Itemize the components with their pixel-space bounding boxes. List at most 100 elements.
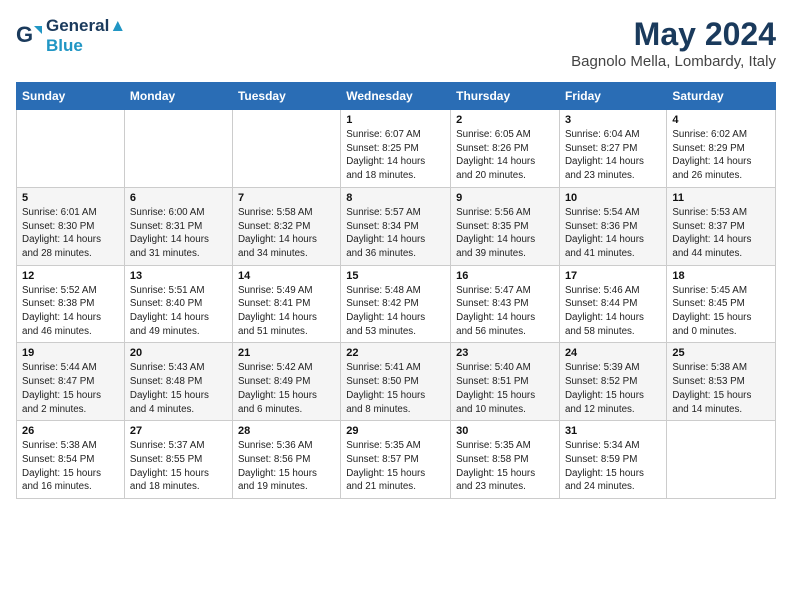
svg-text:G: G [16,22,33,47]
day-cell: 21 Sunrise: 5:42 AM Sunset: 8:49 PM Dayli… [232,343,340,421]
week-row-3: 12 Sunrise: 5:52 AM Sunset: 8:38 PM Dayli… [17,265,776,343]
week-row-1: 1 Sunrise: 6:07 AM Sunset: 8:25 PM Daylig… [17,110,776,188]
day-number: 25 [672,347,770,359]
header-saturday: Saturday [667,83,776,110]
day-number: 31 [565,425,661,437]
day-number: 16 [456,270,554,282]
day-info: Sunrise: 5:52 AM Sunset: 8:38 PM Dayligh… [22,284,119,339]
day-info: Sunrise: 5:53 AM Sunset: 8:37 PM Dayligh… [672,206,770,261]
day-info: Sunrise: 5:49 AM Sunset: 8:41 PM Dayligh… [238,284,335,339]
day-number: 18 [672,270,770,282]
day-number: 5 [22,192,119,204]
day-number: 19 [22,347,119,359]
day-number: 27 [130,425,227,437]
day-cell: 15Sunrise: 5:48 AM Sunset: 8:42 PM Dayli… [341,265,451,343]
day-number: 23 [456,347,554,359]
day-cell: 14 Sunrise: 5:49 AM Sunset: 8:41 PM Dayli… [232,265,340,343]
day-cell: 1 Sunrise: 6:07 AM Sunset: 8:25 PM Daylig… [341,110,451,188]
day-info: Sunrise: 5:58 AM Sunset: 8:32 PM Dayligh… [238,206,335,261]
day-info: Sunrise: 6:01 AM Sunset: 8:30 PM Dayligh… [22,206,119,261]
day-info: Sunrise: 5:39 AM Sunset: 8:52 PM Dayligh… [565,361,661,416]
day-info: Sunrise: 6:05 AM Sunset: 8:26 PM Dayligh… [456,128,554,183]
day-cell: 30 Sunrise: 5:35 AM Sunset: 8:58 PM Dayli… [451,421,560,499]
day-cell: 22 Sunrise: 5:41 AM Sunset: 8:50 PM Dayli… [341,343,451,421]
day-number: 24 [565,347,661,359]
day-cell: 26 Sunrise: 5:38 AM Sunset: 8:54 PM Dayli… [17,421,125,499]
day-cell: 8 Sunrise: 5:57 AM Sunset: 8:34 PM Daylig… [341,187,451,265]
day-info: Sunrise: 6:00 AM Sunset: 8:31 PM Dayligh… [130,206,227,261]
day-number: 14 [238,270,335,282]
day-number: 11 [672,192,770,204]
day-info: Sunrise: 5:46 AM Sunset: 8:44 PM Dayligh… [565,284,661,339]
day-info: Sunrise: 5:48 AM Sunset: 8:42 PM Dayligh… [346,284,445,339]
day-number: 12 [22,270,119,282]
day-cell [667,421,776,499]
day-cell: 3Sunrise: 6:04 AM Sunset: 8:27 PM Daylig… [559,110,666,188]
day-info: Sunrise: 5:40 AM Sunset: 8:51 PM Dayligh… [456,361,554,416]
day-cell: 27Sunrise: 5:37 AM Sunset: 8:55 PM Dayli… [124,421,232,499]
day-number: 7 [238,192,335,204]
day-cell: 10Sunrise: 5:54 AM Sunset: 8:36 PM Dayli… [559,187,666,265]
day-cell: 11 Sunrise: 5:53 AM Sunset: 8:37 PM Dayli… [667,187,776,265]
day-cell: 9Sunrise: 5:56 AM Sunset: 8:35 PM Daylig… [451,187,560,265]
day-cell: 5 Sunrise: 6:01 AM Sunset: 8:30 PM Daylig… [17,187,125,265]
day-info: Sunrise: 5:51 AM Sunset: 8:40 PM Dayligh… [130,284,227,339]
day-cell: 23 Sunrise: 5:40 AM Sunset: 8:51 PM Dayli… [451,343,560,421]
day-info: Sunrise: 5:45 AM Sunset: 8:45 PM Dayligh… [672,284,770,339]
day-info: Sunrise: 5:44 AM Sunset: 8:47 PM Dayligh… [22,361,119,416]
day-number: 8 [346,192,445,204]
day-number: 30 [456,425,554,437]
day-cell: 17 Sunrise: 5:46 AM Sunset: 8:44 PM Dayli… [559,265,666,343]
month-title: May 2024 [571,16,776,53]
day-cell: 31 Sunrise: 5:34 AM Sunset: 8:59 PM Dayli… [559,421,666,499]
day-number: 1 [346,114,445,126]
day-cell [17,110,125,188]
day-info: Sunrise: 5:41 AM Sunset: 8:50 PM Dayligh… [346,361,445,416]
day-cell: 13 Sunrise: 5:51 AM Sunset: 8:40 PM Dayli… [124,265,232,343]
day-number: 2 [456,114,554,126]
header-wednesday: Wednesday [341,83,451,110]
page-header: G General▲ Blue May 2024 Bagnolo Mella, … [16,16,776,70]
day-number: 21 [238,347,335,359]
day-info: Sunrise: 6:02 AM Sunset: 8:29 PM Dayligh… [672,128,770,183]
logo: G General▲ Blue [16,16,126,56]
header-monday: Monday [124,83,232,110]
day-info: Sunrise: 5:36 AM Sunset: 8:56 PM Dayligh… [238,439,335,494]
header-tuesday: Tuesday [232,83,340,110]
day-info: Sunrise: 5:34 AM Sunset: 8:59 PM Dayligh… [565,439,661,494]
day-number: 6 [130,192,227,204]
day-cell: 28Sunrise: 5:36 AM Sunset: 8:56 PM Dayli… [232,421,340,499]
day-cell: 20 Sunrise: 5:43 AM Sunset: 8:48 PM Dayli… [124,343,232,421]
day-cell: 4 Sunrise: 6:02 AM Sunset: 8:29 PM Daylig… [667,110,776,188]
day-cell: 2 Sunrise: 6:05 AM Sunset: 8:26 PM Daylig… [451,110,560,188]
day-number: 17 [565,270,661,282]
day-cell: 24 Sunrise: 5:39 AM Sunset: 8:52 PM Dayli… [559,343,666,421]
day-number: 20 [130,347,227,359]
day-number: 9 [456,192,554,204]
day-info: Sunrise: 5:57 AM Sunset: 8:34 PM Dayligh… [346,206,445,261]
header-thursday: Thursday [451,83,560,110]
day-number: 10 [565,192,661,204]
day-cell: 7 Sunrise: 5:58 AM Sunset: 8:32 PM Daylig… [232,187,340,265]
header-row: SundayMondayTuesdayWednesdayThursdayFrid… [17,83,776,110]
logo-line2: Blue [46,36,126,56]
header-sunday: Sunday [17,83,125,110]
day-cell: 18 Sunrise: 5:45 AM Sunset: 8:45 PM Dayli… [667,265,776,343]
day-number: 4 [672,114,770,126]
day-number: 26 [22,425,119,437]
day-cell [232,110,340,188]
week-row-5: 26 Sunrise: 5:38 AM Sunset: 8:54 PM Dayli… [17,421,776,499]
day-number: 13 [130,270,227,282]
day-info: Sunrise: 5:35 AM Sunset: 8:58 PM Dayligh… [456,439,554,494]
day-info: Sunrise: 5:43 AM Sunset: 8:48 PM Dayligh… [130,361,227,416]
day-info: Sunrise: 6:07 AM Sunset: 8:25 PM Dayligh… [346,128,445,183]
day-number: 22 [346,347,445,359]
day-cell: 16Sunrise: 5:47 AM Sunset: 8:43 PM Dayli… [451,265,560,343]
location: Bagnolo Mella, Lombardy, Italy [571,53,776,70]
day-number: 3 [565,114,661,126]
day-info: Sunrise: 5:42 AM Sunset: 8:49 PM Dayligh… [238,361,335,416]
day-cell [124,110,232,188]
day-cell: 19 Sunrise: 5:44 AM Sunset: 8:47 PM Dayli… [17,343,125,421]
week-row-4: 19 Sunrise: 5:44 AM Sunset: 8:47 PM Dayli… [17,343,776,421]
day-info: Sunrise: 5:38 AM Sunset: 8:54 PM Dayligh… [22,439,119,494]
